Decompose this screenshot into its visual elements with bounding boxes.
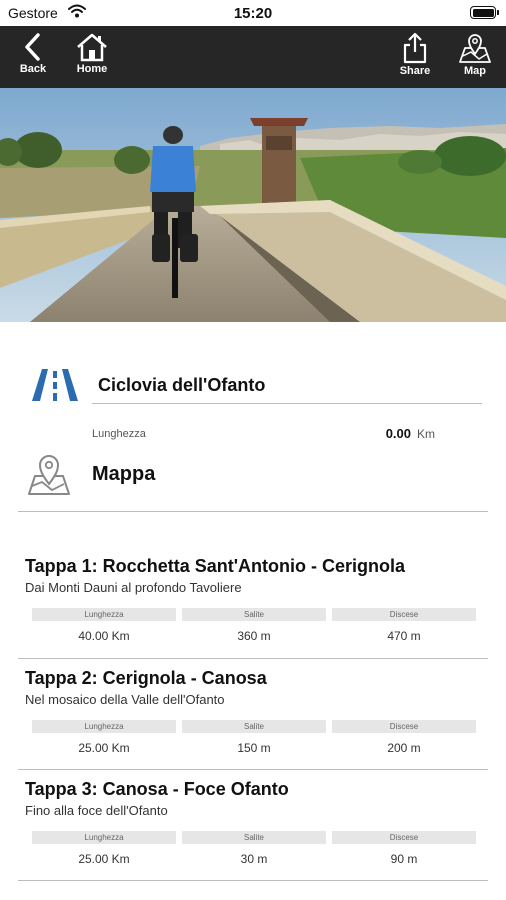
stat-length: Lunghezza 40.00 Km <box>32 608 176 643</box>
stage-title: Tappa 3: Canosa - Foce Ofanto <box>25 779 289 799</box>
stat-descent-value: 200 m <box>387 741 421 755</box>
section-divider <box>18 880 488 881</box>
map-label: Map <box>464 65 486 77</box>
stage-subtitle: Dai Monti Dauni al profondo Tavoliere <box>25 580 242 595</box>
back-button[interactable]: Back <box>14 32 52 75</box>
share-label: Share <box>399 65 431 77</box>
map-pin-icon <box>26 452 72 503</box>
back-label: Back <box>19 63 47 75</box>
stat-descent: Discese 200 m <box>332 720 476 755</box>
stat-ascent: Salite 150 m <box>182 720 326 755</box>
home-label: Home <box>76 63 108 75</box>
map-icon <box>457 32 493 64</box>
share-button[interactable]: Share <box>395 32 435 77</box>
section-divider <box>18 511 488 512</box>
stat-ascent-header: Salite <box>182 831 326 844</box>
stat-length-header: Lunghezza <box>32 720 176 733</box>
stat-descent-header: Discese <box>332 831 476 844</box>
stat-length: Lunghezza 25.00 Km <box>32 720 176 755</box>
stage-title: Tappa 1: Rocchetta Sant'Antonio - Cerign… <box>25 556 405 576</box>
route-header: Ciclovia dell'Ofanto <box>0 355 506 415</box>
stat-ascent-header: Salite <box>182 608 326 621</box>
share-icon <box>402 32 428 64</box>
stat-ascent: Salite 30 m <box>182 831 326 866</box>
stage-title: Tappa 2: Cerignola - Canosa <box>25 668 267 688</box>
stat-descent-value: 470 m <box>387 629 421 643</box>
map-link[interactable]: Mappa <box>0 452 506 500</box>
stat-length-value: 25.00 Km <box>78 852 130 866</box>
status-bar: Gestore 15:20 <box>0 0 506 26</box>
stage-subtitle: Nel mosaico della Valle dell'Ofanto <box>25 692 225 707</box>
stat-ascent-value: 360 m <box>237 629 271 643</box>
route-length: Lunghezza 0.00 Km <box>0 426 506 444</box>
stat-length-value: 40.00 Km <box>78 629 130 643</box>
top-navbar: Back Home Share Map <box>0 26 506 88</box>
stat-length-header: Lunghezza <box>32 831 176 844</box>
stage-card[interactable]: Tappa 3: Canosa - Foce Ofanto Fino alla … <box>0 779 506 889</box>
stat-ascent-value: 150 m <box>237 741 271 755</box>
map-title: Mappa <box>92 463 156 485</box>
route-title: Ciclovia dell'Ofanto <box>98 375 266 395</box>
stat-length-header: Lunghezza <box>32 608 176 621</box>
route-title-underline <box>92 403 482 404</box>
clock: 15:20 <box>233 5 273 22</box>
battery-icon <box>470 6 499 19</box>
section-divider <box>18 769 488 770</box>
stat-length: Lunghezza 25.00 Km <box>32 831 176 866</box>
length-value: 0.00 <box>385 426 411 441</box>
road-icon <box>30 367 80 408</box>
map-button[interactable]: Map <box>452 32 498 77</box>
back-icon <box>21 32 45 62</box>
stage-card[interactable]: Tappa 2: Cerignola - Canosa Nel mosaico … <box>0 668 506 778</box>
stage-card[interactable]: Tappa 1: Rocchetta Sant'Antonio - Cerign… <box>0 556 506 666</box>
stat-descent: Discese 90 m <box>332 831 476 866</box>
home-icon <box>75 32 109 62</box>
stat-ascent-value: 30 m <box>240 852 268 866</box>
hero-photo <box>0 88 506 322</box>
stage-subtitle: Fino alla foce dell'Ofanto <box>25 803 168 818</box>
section-divider <box>18 658 488 659</box>
stat-descent: Discese 470 m <box>332 608 476 643</box>
stat-descent-value: 90 m <box>390 852 418 866</box>
home-button[interactable]: Home <box>70 32 114 75</box>
stat-descent-header: Discese <box>332 608 476 621</box>
stat-descent-header: Discese <box>332 720 476 733</box>
stat-ascent-header: Salite <box>182 720 326 733</box>
length-label: Lunghezza <box>92 428 146 440</box>
stat-ascent: Salite 360 m <box>182 608 326 643</box>
stat-length-value: 25.00 Km <box>78 741 130 755</box>
length-unit: Km <box>417 427 435 441</box>
